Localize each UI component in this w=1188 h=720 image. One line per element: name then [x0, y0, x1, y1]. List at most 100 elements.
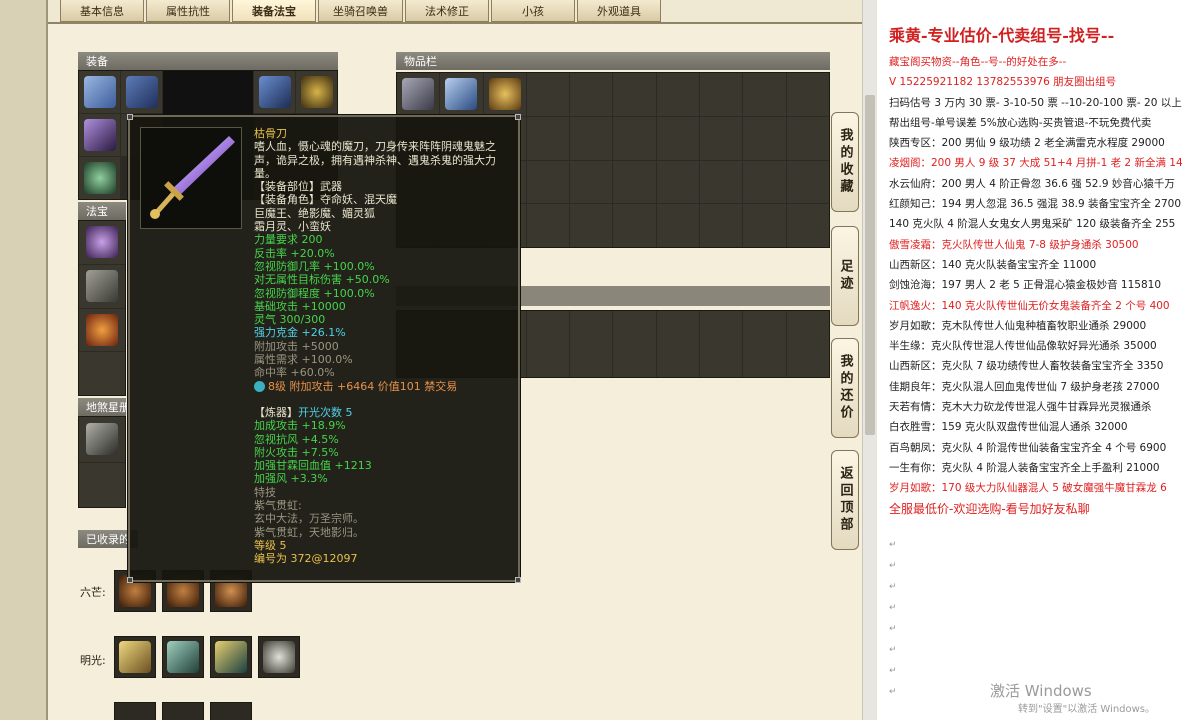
collected-item[interactable]: [162, 702, 204, 720]
item-roles: 霜月灵、小蛮妖: [254, 220, 331, 234]
gem-text: 8级 附加攻击 +6464 价值101 禁交易: [268, 379, 458, 393]
paragraph-mark: ↵: [889, 540, 897, 550]
doc-line: 白衣胜雪：159 克火队双盘传世仙混人通杀 32000: [889, 421, 1128, 434]
treasure-slot[interactable]: [79, 264, 125, 308]
tooltip-text: 枯骨刀 嗜人血，慑心魂的魔刀，刀身传来阵阵阴魂鬼魅之声，诡异之极，拥有遇神杀神、…: [254, 127, 516, 566]
tab-child[interactable]: 小孩: [491, 0, 575, 22]
mask-icon: [488, 78, 521, 111]
doc-line: 140 克火队 4 阶混人女鬼女人男鬼采矿 120 级装备齐全 255: [889, 218, 1176, 231]
doc-lines: 藏宝阁买物资--角色--号--的好处在多-- V 15225921182 137…: [889, 52, 1188, 519]
liumang-row-label: 六芒:: [80, 586, 106, 599]
equip-slot-armor[interactable]: [121, 71, 162, 113]
skill-line: 紫气贯虹，天地影归。: [254, 525, 364, 539]
doc-line: 天若有情：克木大力砍龙传世混人强牛甘霖异光灵猴通杀: [889, 401, 1152, 414]
inventory-slot[interactable]: [440, 73, 483, 116]
equip-slot-legs[interactable]: [79, 71, 120, 113]
inventory-slot[interactable]: [483, 73, 526, 116]
stat-line: 力量要求 200: [254, 233, 323, 247]
lantern-icon: [86, 226, 118, 259]
doc-line: 佳期良年：克火队混人回血鬼传世仙 7 级护身老孩 27000: [889, 380, 1160, 393]
doc-line: 扫码估号 3 万内 30 票- 3-10-50 票 --10-20-100 票-…: [889, 96, 1182, 109]
robe-icon: [125, 76, 158, 108]
dungeon-grid: [78, 416, 126, 508]
tab-attributes[interactable]: 属性抗性: [146, 0, 230, 22]
paragraph-mark: ↵: [889, 687, 897, 697]
footprints-button[interactable]: 足迹: [831, 226, 859, 326]
tab-appearance[interactable]: 外观道具: [577, 0, 661, 22]
doc-line: V 15225921182 13782553976 朋友圈出组号: [889, 76, 1117, 89]
game-scrollbar[interactable]: [862, 0, 876, 720]
tooltip-corner: [127, 577, 133, 583]
equip-slot-weapon[interactable]: [79, 114, 120, 156]
dungeon-slot[interactable]: [79, 417, 125, 462]
treasure-slot[interactable]: [79, 308, 125, 352]
refine-stat: 附火攻击 +7.5%: [254, 445, 339, 459]
dungeon-slot[interactable]: [79, 462, 125, 507]
treasure-panel-title: 法宝: [86, 205, 108, 218]
stat-line: 灵气 300/300: [254, 313, 326, 327]
mingguang-row-label: 明光:: [80, 654, 106, 667]
item-description: 嗜人血，慑心魂的魔刀，刀身传来阵阵阴魂鬼魅之声，诡异之极，拥有遇神杀神、遇鬼杀鬼…: [254, 140, 496, 180]
collected-item[interactable]: [258, 636, 300, 678]
stat-line-special: 强力克金 +26.1%: [254, 326, 346, 340]
my-bargain-button[interactable]: 我的还价: [831, 338, 859, 438]
stat-line: 附加攻击 +5000: [254, 339, 339, 353]
tab-basic-info[interactable]: 基本信息: [60, 0, 144, 22]
doc-line: 江帆逸火：140 克火队传世仙无价女鬼装备齐全 2 个号 400: [889, 299, 1170, 312]
doc-line: 凌烟阁：200 男人 9 级 37 大成 51+4 月拼-1 老 2 新全满 1…: [889, 157, 1183, 170]
skill-line: 玄中大法，万圣宗师。: [254, 512, 364, 526]
tab-mounts[interactable]: 坐骑召唤兽: [318, 0, 403, 22]
doc-line: 剑蚀沧海：197 男人 2 老 5 正骨混心猿金极妙音 115810: [889, 279, 1162, 292]
my-favorites-button[interactable]: 我的收藏: [831, 112, 859, 212]
doc-line: 全服最低价-欢迎选购-看号加好友私聊: [889, 501, 1090, 516]
gem-line: 8级 附加攻击 +6464 价值101 禁交易: [254, 380, 516, 393]
item-name: 枯骨刀: [254, 127, 287, 140]
tab-bar: 基本信息 属性抗性 装备法宝 坐骑召唤兽 法术修正 小孩 外观道具: [60, 0, 663, 22]
refine-line: 【炼器】开光次数 5: [254, 406, 516, 419]
cape-icon: [215, 641, 247, 673]
fire-orb-icon: [86, 313, 118, 346]
scroll-icon: [86, 270, 118, 303]
doc-line: 半生缘：克火队传世混人传世仙品像软好异光通杀 35000: [889, 340, 1157, 353]
tab-equipment[interactable]: 装备法宝: [232, 0, 316, 22]
treasure-slot[interactable]: [79, 352, 125, 395]
portrait-icon: [86, 423, 118, 456]
refine-stat: 加成攻击 +18.9%: [254, 419, 346, 433]
doc-line: 百鸟朝凤：克火队 4 阶混传世仙装备宝宝齐全 4 个号 6900: [889, 441, 1167, 454]
item-roles: 【装备角色】夺命妖、混天魔: [254, 193, 397, 207]
blade-icon: [83, 119, 116, 151]
collected-item[interactable]: [210, 636, 252, 678]
stat-line: 忽视防御几率 +100.0%: [254, 259, 375, 273]
collected-item[interactable]: [210, 702, 252, 720]
stat-line: 属性需求 +100.0%: [254, 353, 353, 367]
treasure-grid: [78, 220, 126, 396]
back-to-top-button[interactable]: 返回顶部: [831, 450, 859, 550]
tooltip-corner: [515, 577, 521, 583]
windows-activation-subtitle: 转到"设置"以激活 Windows。: [1018, 704, 1156, 715]
equip-slot-belt[interactable]: [296, 71, 337, 113]
collected-item[interactable]: [162, 636, 204, 678]
doc-line: 山西新区：140 克火队装备宝宝齐全 11000: [889, 258, 1097, 271]
scrollbar-thumb[interactable]: [865, 95, 875, 435]
doc-line: 岁月如歌：克木队传世人仙鬼种植畜牧职业通杀 29000: [889, 319, 1147, 332]
crystal-icon: [445, 78, 478, 111]
doc-line: 陕西专区：200 男仙 9 级功绩 2 老全满雷克水程度 29000: [889, 137, 1165, 150]
inventory-slot[interactable]: [397, 73, 440, 116]
treasure-slot[interactable]: [79, 221, 125, 264]
collected-item[interactable]: [114, 702, 156, 720]
robe-icon: [119, 641, 151, 673]
inventory-panel-header: 物品栏: [396, 52, 830, 70]
collected-panel-title: 已收录的: [86, 533, 130, 546]
treasure-panel-header: 法宝: [78, 202, 126, 220]
equip-slot-accessory[interactable]: [79, 157, 120, 199]
sword-icon: [150, 136, 235, 219]
skill-line: 紫气贯虹:: [254, 499, 302, 513]
belt-icon: [263, 641, 295, 673]
game-window: 基本信息 属性抗性 装备法宝 坐骑召唤兽 法术修正 小孩 外观道具 装备 法宝 …: [0, 0, 862, 720]
refine-header: 【炼器】: [254, 405, 298, 419]
paragraph-mark: ↵: [889, 624, 897, 634]
collected-item[interactable]: [114, 636, 156, 678]
paragraph-marks: ↵ ↵ ↵ ↵ ↵ ↵ ↵ ↵: [889, 540, 897, 708]
tab-spells[interactable]: 法术修正: [405, 0, 489, 22]
equip-slot-cloak[interactable]: [254, 71, 295, 113]
